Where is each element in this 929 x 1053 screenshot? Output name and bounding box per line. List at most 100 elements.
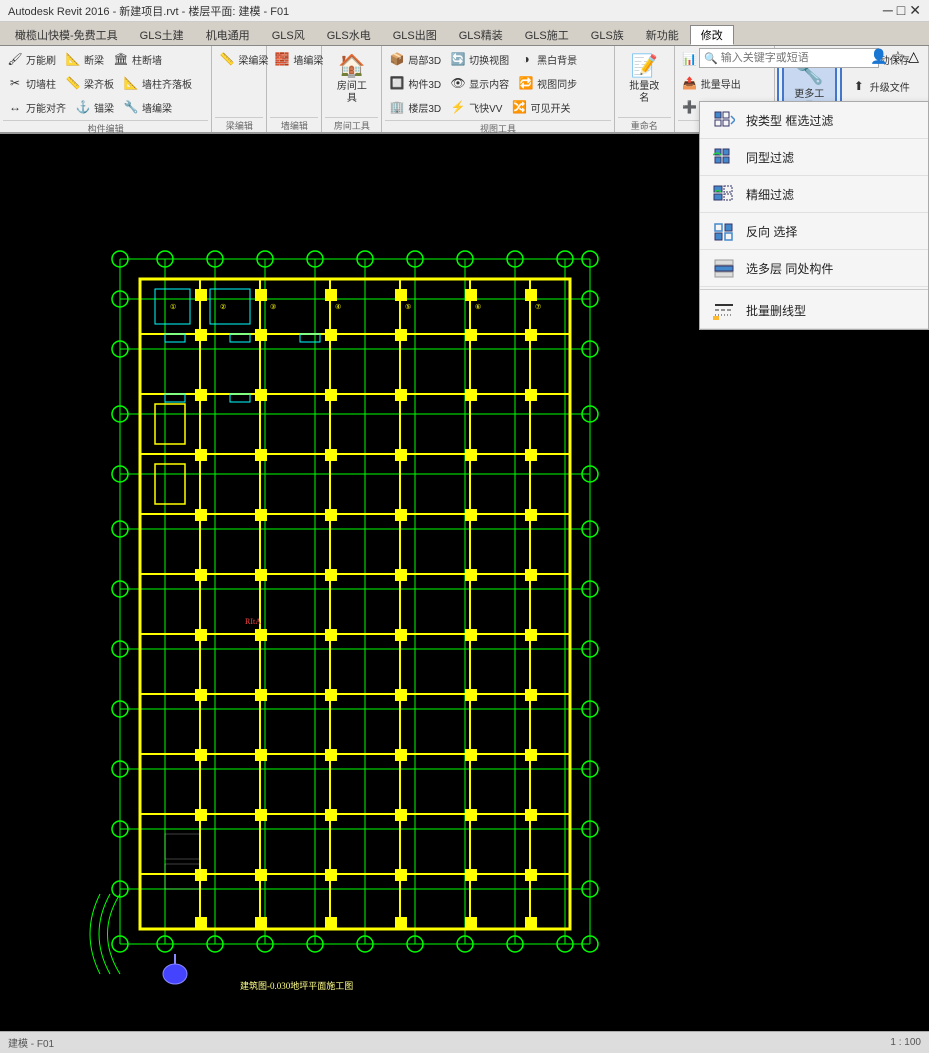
main-container: Autodesk Revit 2016 - 新建项目.rvt - 楼层平面: 建… — [0, 0, 929, 1053]
btn-batch-rename[interactable]: 📝 批量改名 — [618, 48, 671, 108]
tab-gls-wind[interactable]: GLS风 — [261, 25, 316, 45]
btn-local-3d[interactable]: 📦 局部3D — [385, 48, 444, 70]
svg-text:⑦: ⑦ — [535, 303, 541, 311]
btn-batch-export[interactable]: 📤 批量导出 — [678, 72, 744, 94]
tab-gls-water[interactable]: GLS水电 — [316, 25, 382, 45]
section-label-rename: 重命名 — [618, 117, 671, 132]
maximize-icon[interactable]: □ — [897, 2, 905, 19]
btn-upgrade-file[interactable]: ⬆ 升级文件 — [847, 75, 913, 97]
ribbon-tabs: 橄榄山快模-免费工具 GLS土建 机电通用 GLS风 GLS水电 GLS出图 G… — [0, 22, 929, 46]
comp3d-icon: 🔲 — [388, 74, 406, 92]
local3d-icon: 📦 — [388, 50, 406, 68]
upgrade-icon: ⬆ — [850, 77, 868, 95]
section-label-beam: 梁编辑 — [215, 117, 263, 132]
export-icon: 📤 — [681, 74, 699, 92]
section-rename: 📝 批量改名 重命名 — [615, 46, 675, 132]
dropdown-label-linetype: 批量删线型 — [746, 302, 806, 319]
dropdown-label-fine-filter: 精细过滤 — [746, 186, 794, 203]
btn-wall-slab[interactable]: 📐 墙柱齐落板 — [119, 72, 195, 94]
section-view-tools: 📦 局部3D 🔄 切换视图 ◑ 黑白背景 🔲 构件3D 👁 显示内容 — [382, 46, 614, 132]
break-icon: 📐 — [64, 50, 82, 68]
btn-switch-view[interactable]: 🔄 切换视图 — [446, 48, 512, 70]
cut-icon: ✂ — [6, 74, 24, 92]
btn-view-sync[interactable]: 🔁 视图同步 — [514, 72, 580, 94]
brush-icon: 🖌 — [6, 50, 24, 68]
section-label-room: 房间工具 — [325, 117, 378, 132]
svg-text:④: ④ — [335, 303, 341, 311]
tab-olive-tools[interactable]: 橄榄山快模-免费工具 — [4, 25, 129, 45]
dropdown-item-type-filter[interactable]: 按类型 框选过滤 — [700, 102, 928, 139]
btn-anchor-beam[interactable]: ⚓ 锚梁 — [71, 96, 117, 118]
tab-gls-civil[interactable]: GLS土建 — [129, 25, 195, 45]
wall-edit-icon: 🧱 — [273, 50, 291, 68]
rename-icon: 📝 — [628, 53, 660, 79]
tab-gls-family[interactable]: GLS族 — [580, 25, 635, 45]
visible-icon: 🔀 — [510, 98, 528, 116]
minimize-icon[interactable]: ─ — [883, 2, 893, 19]
search-input[interactable] — [721, 52, 861, 64]
svg-text:⑥: ⑥ — [475, 303, 481, 311]
fast-icon: ⚡ — [449, 98, 467, 116]
btn-display-content[interactable]: 👁 显示内容 — [446, 72, 512, 94]
btn-column-wall[interactable]: 🏛 柱断墙 — [109, 48, 165, 70]
tab-gls-construct[interactable]: GLS施工 — [514, 25, 580, 45]
section-label-wall: 墙编辑 — [270, 117, 318, 132]
display-icon: 👁 — [449, 74, 467, 92]
btn-visible-toggle[interactable]: 🔀 可见开关 — [507, 96, 573, 118]
arrow-icon[interactable]: △ — [908, 48, 919, 65]
btn-universal-brush[interactable]: 🖌 万能刷 — [3, 48, 59, 70]
btn-beam-slab[interactable]: 📏 梁齐板 — [61, 72, 117, 94]
coordinates: 1 : 100 — [890, 1037, 921, 1048]
formula-icon: ➕ — [681, 98, 699, 116]
btn-wall-edit[interactable]: 🧱 墙编梁 — [270, 48, 326, 70]
svg-text:建筑图-0.030地坪平面施工图: 建筑图-0.030地坪平面施工图 — [240, 980, 353, 991]
linetype-icon — [710, 298, 738, 322]
search-icon: 🔍 — [704, 52, 718, 65]
tab-gls-decor[interactable]: GLS精装 — [448, 25, 514, 45]
room-icon: 🏠 — [336, 53, 368, 79]
btn-cut-wall-col[interactable]: ✂ 切墙柱 — [3, 72, 59, 94]
excel-icon: 📊 — [681, 50, 699, 68]
multilayer-icon — [710, 256, 738, 280]
btn-break-beam[interactable]: 📐 断梁 — [61, 48, 107, 70]
btn-beam-edit[interactable]: 📏 梁编梁 — [215, 48, 271, 70]
svg-text:⑤: ⑤ — [405, 303, 411, 311]
btn-floor-3d[interactable]: 🏢 楼层3D — [385, 96, 444, 118]
sync-icon: 🔁 — [517, 74, 535, 92]
toolbar-icons-right: 👤 ☆ △ — [870, 48, 919, 65]
btn-fast-vv[interactable]: ⚡ 飞快VV — [446, 96, 505, 118]
tab-modify[interactable]: 修改 — [690, 25, 734, 45]
dropdown-item-same-filter[interactable]: 同型过滤 — [700, 139, 928, 176]
section-label-view: 视图工具 — [385, 120, 610, 135]
dropdown-item-fine-filter[interactable]: 精细过滤 — [700, 176, 928, 213]
tab-new-features[interactable]: 新功能 — [635, 25, 690, 45]
btn-component-3d[interactable]: 🔲 构件3D — [385, 72, 444, 94]
tab-mep[interactable]: 机电通用 — [195, 25, 261, 45]
section-room-tools: 🏠 房间工具 房间工具 — [322, 46, 382, 132]
app-title: Autodesk Revit 2016 - 新建项目.rvt - 楼层平面: 建… — [8, 3, 289, 19]
align-icon: ↔ — [6, 98, 24, 116]
dropdown-label-multilayer: 选多层 同处构件 — [746, 260, 833, 277]
section-beam-edit: 📏 梁编梁 梁编辑 — [212, 46, 267, 132]
btn-room-tools[interactable]: 🏠 房间工具 — [325, 48, 378, 108]
section-wall-edit: 🧱 墙编梁 墙编辑 — [267, 46, 322, 132]
dropdown-item-batch-linetype[interactable]: 批量删线型 — [700, 292, 928, 329]
fine-filter-icon — [710, 182, 738, 206]
wall-beam-icon: 🔧 — [122, 98, 140, 116]
same-filter-icon — [710, 145, 738, 169]
user-icon[interactable]: 👤 — [870, 48, 887, 65]
btn-bw-bg[interactable]: ◑ 黑白背景 — [514, 48, 580, 70]
ribbon-toolbar: 🔍 👤 ☆ △ 🖌 万能刷 📐 断梁 🏛 柱断墙 — [0, 46, 929, 134]
svg-text:③: ③ — [270, 303, 276, 311]
beam-edit-icon: 📏 — [218, 50, 236, 68]
btn-universal-align[interactable]: ↔ 万能对齐 — [3, 96, 69, 118]
star-icon[interactable]: ☆ — [892, 48, 905, 65]
tab-gls-drawing[interactable]: GLS出图 — [382, 25, 448, 45]
search-bar[interactable]: 🔍 — [699, 48, 879, 68]
btn-wall-beam[interactable]: 🔧 墙编梁 — [119, 96, 175, 118]
close-icon[interactable]: ✕ — [909, 2, 921, 19]
dropdown-item-reverse-select[interactable]: 反向 选择 — [700, 213, 928, 250]
svg-text:①: ① — [170, 303, 176, 311]
dropdown-item-multilayer[interactable]: 选多层 同处构件 — [700, 250, 928, 287]
wall-slab-icon: 📐 — [122, 74, 140, 92]
